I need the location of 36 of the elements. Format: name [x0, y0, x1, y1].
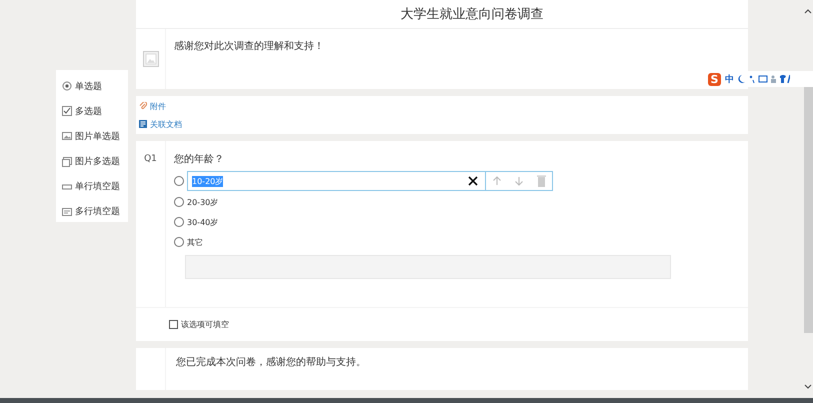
option-radio[interactable] [174, 237, 184, 247]
ime-tools-drawing[interactable] [738, 74, 790, 84]
option-radio[interactable] [174, 197, 184, 207]
attachment-link[interactable]: 附件 [139, 100, 166, 112]
fillable-label: 该选项可填空 [181, 319, 229, 330]
question-type-item[interactable]: 图片多选题 [62, 152, 128, 172]
checkbox-icon [62, 106, 72, 116]
other-input-field[interactable] [185, 255, 671, 279]
scroll-up-icon[interactable] [804, 8, 812, 14]
document-link[interactable]: 关联文档 [139, 118, 182, 130]
option-radio[interactable] [174, 217, 184, 227]
question-text: 您的年龄？ [174, 152, 224, 166]
ending-text: 您已完成本次问卷，感谢您的帮助与支持。 [176, 356, 366, 369]
image-radio-icon [62, 131, 72, 142]
close-icon[interactable] [468, 176, 478, 186]
option-label: 其它 [187, 236, 203, 248]
question-type-item[interactable]: 图片单选题 [62, 126, 128, 147]
radio-icon [62, 81, 72, 92]
question-type-item[interactable]: 单选题 [62, 76, 128, 96]
ime-mode[interactable]: 中 [725, 72, 734, 86]
option-label: 30-40岁 [187, 216, 218, 228]
document-icon [139, 120, 147, 128]
scroll-down-icon[interactable] [804, 384, 812, 390]
image-placeholder-icon [142, 51, 158, 67]
intro-text: 感谢您对此次调查的理解和支持！ [174, 40, 324, 53]
survey-title: 大学生就业意向问卷调查 [136, 0, 748, 29]
ime-logo[interactable]: S [708, 72, 721, 86]
option-label: 20-30岁 [187, 196, 218, 208]
question-type-item[interactable]: 单行填空题 [62, 176, 128, 197]
image-checkbox-icon [62, 156, 72, 167]
question-type-item[interactable]: 多选题 [62, 101, 128, 122]
question-type-item[interactable]: 多行填空题 [62, 202, 128, 222]
question-number: Q1 [144, 154, 157, 164]
fillable-checkbox[interactable] [169, 320, 178, 329]
option-radio[interactable] [174, 176, 184, 186]
paperclip-icon [139, 102, 147, 110]
